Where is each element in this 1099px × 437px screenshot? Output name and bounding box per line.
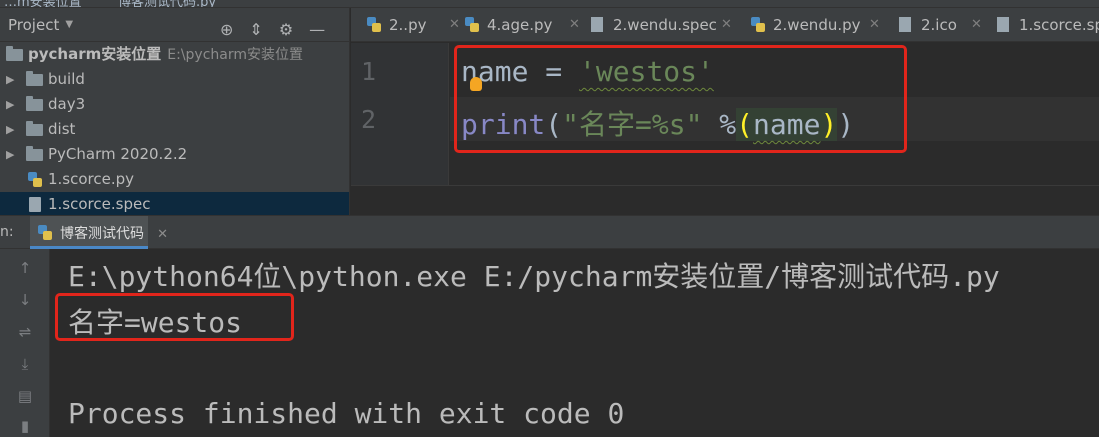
- console-output[interactable]: E:\python64位\python.exe E:/pycharm安装位置/博…: [51, 249, 1099, 437]
- breadcrumb-bar: …m安装位置 博客测试代码.py: [0, 0, 1099, 8]
- close-icon[interactable]: ✕: [569, 8, 580, 41]
- python-file-icon: [28, 172, 42, 187]
- tree-item-label: dist: [48, 120, 76, 138]
- close-icon[interactable]: ✕: [971, 8, 982, 41]
- project-panel: Project ▼ ⊕ ⇕ ⚙ — pycharm安装位置 E:\pycharm安…: [0, 8, 350, 215]
- trash-icon[interactable]: ▮: [14, 415, 36, 437]
- chevron-right-icon[interactable]: ▶: [6, 92, 14, 117]
- tab-label: 1.scorce.sp: [1019, 16, 1099, 34]
- folder-icon: [26, 96, 43, 111]
- project-panel-title: Project: [8, 15, 60, 34]
- chevron-down-icon[interactable]: ▼: [65, 19, 73, 30]
- python-file-icon: [367, 17, 381, 32]
- chevron-right-icon[interactable]: ▶: [6, 142, 14, 167]
- project-toolbar: ⊕ ⇕ ⚙ —: [220, 20, 325, 39]
- tree-item-pycharm[interactable]: ▶ PyCharm 2020.2.2: [0, 142, 349, 167]
- tree-item-label: 1.scorce.py: [48, 170, 135, 188]
- highlight-box-output: [55, 293, 294, 341]
- scroll-to-end-icon[interactable]: ⤓: [14, 353, 36, 375]
- tab-label: 2.ico: [921, 16, 957, 34]
- close-icon[interactable]: ✕: [449, 8, 460, 41]
- close-icon[interactable]: ✕: [721, 8, 732, 41]
- breadcrumb-right[interactable]: 博客测试代码.py: [118, 0, 216, 7]
- line-number: 2: [361, 105, 377, 134]
- folder-icon: [26, 121, 43, 136]
- arrow-down-icon[interactable]: ↓: [14, 289, 36, 311]
- tree-item-label: build: [48, 70, 85, 88]
- editor-gutter: 1 2: [351, 43, 449, 185]
- run-header: n: 博客测试代码 ✕: [0, 215, 1099, 249]
- run-toolbar: ↑ ↓ ⇌ ⤓ ▤ ▮: [0, 249, 50, 437]
- arrow-up-icon[interactable]: ↑: [14, 257, 36, 279]
- python-file-icon: [38, 225, 52, 240]
- folder-icon: [26, 146, 43, 161]
- file-icon: [899, 17, 911, 32]
- gear-icon[interactable]: ⚙: [279, 20, 293, 39]
- tree-item-label: pycharm安装位置: [28, 45, 162, 63]
- collapse-all-icon[interactable]: ⇕: [249, 20, 262, 39]
- tree-item-build[interactable]: ▶ build: [0, 67, 349, 92]
- highlight-box-code: [454, 45, 907, 153]
- close-icon[interactable]: ✕: [869, 8, 880, 41]
- tree-item-day3[interactable]: ▶ day3: [0, 92, 349, 117]
- tree-item-label: 1.scorce.spec: [48, 195, 151, 213]
- tree-item-label: day3: [48, 95, 86, 113]
- breadcrumb-left[interactable]: …m安装位置: [4, 0, 82, 7]
- tab-label: 2.wendu.spec: [613, 16, 717, 34]
- tree-item-label: PyCharm 2020.2.2: [48, 145, 188, 163]
- line-number: 1: [361, 57, 377, 86]
- tab-label: 2.wendu.py: [773, 16, 861, 34]
- run-tab[interactable]: 博客测试代码 ✕: [30, 216, 168, 249]
- editor-tabs: 2..py ✕ 4.age.py ✕ 2.wendu.spec ✕ 2.wend…: [351, 8, 1099, 42]
- project-tree: pycharm安装位置 E:\pycharm安装位置 ▶ build ▶ day3…: [0, 42, 349, 215]
- tree-item-scorce-py[interactable]: 1.scorce.py: [0, 167, 349, 192]
- tree-item-path: E:\pycharm安装位置: [167, 47, 303, 63]
- file-icon: [997, 17, 1009, 32]
- editor-bottom-area: [351, 185, 1099, 215]
- print-icon[interactable]: ▤: [14, 385, 36, 407]
- file-icon: [29, 197, 41, 212]
- console-line: Process finished with exit code 0: [68, 397, 625, 430]
- tab-label: 4.age.py: [487, 16, 553, 34]
- python-file-icon: [751, 17, 765, 32]
- tree-item-dist[interactable]: ▶ dist: [0, 117, 349, 142]
- locate-icon[interactable]: ⊕: [220, 20, 233, 39]
- chevron-right-icon[interactable]: ▶: [6, 117, 14, 142]
- console-line: E:\python64位\python.exe E:/pycharm安装位置/博…: [68, 260, 1000, 293]
- close-icon[interactable]: ✕: [157, 227, 168, 242]
- run-label: n:: [0, 224, 14, 240]
- tree-item-scorce-spec[interactable]: 1.scorce.spec: [0, 192, 349, 215]
- chevron-right-icon[interactable]: ▶: [6, 67, 14, 92]
- tab-label: 2..py: [389, 16, 427, 34]
- soft-wrap-icon[interactable]: ⇌: [14, 321, 36, 343]
- folder-icon: [26, 71, 43, 86]
- file-icon: [591, 17, 603, 32]
- python-file-icon: [465, 17, 479, 32]
- run-tab-label: 博客测试代码: [60, 226, 144, 242]
- hide-icon[interactable]: —: [309, 20, 325, 39]
- folder-icon: [6, 46, 23, 61]
- tree-item-root[interactable]: pycharm安装位置 E:\pycharm安装位置: [0, 42, 349, 67]
